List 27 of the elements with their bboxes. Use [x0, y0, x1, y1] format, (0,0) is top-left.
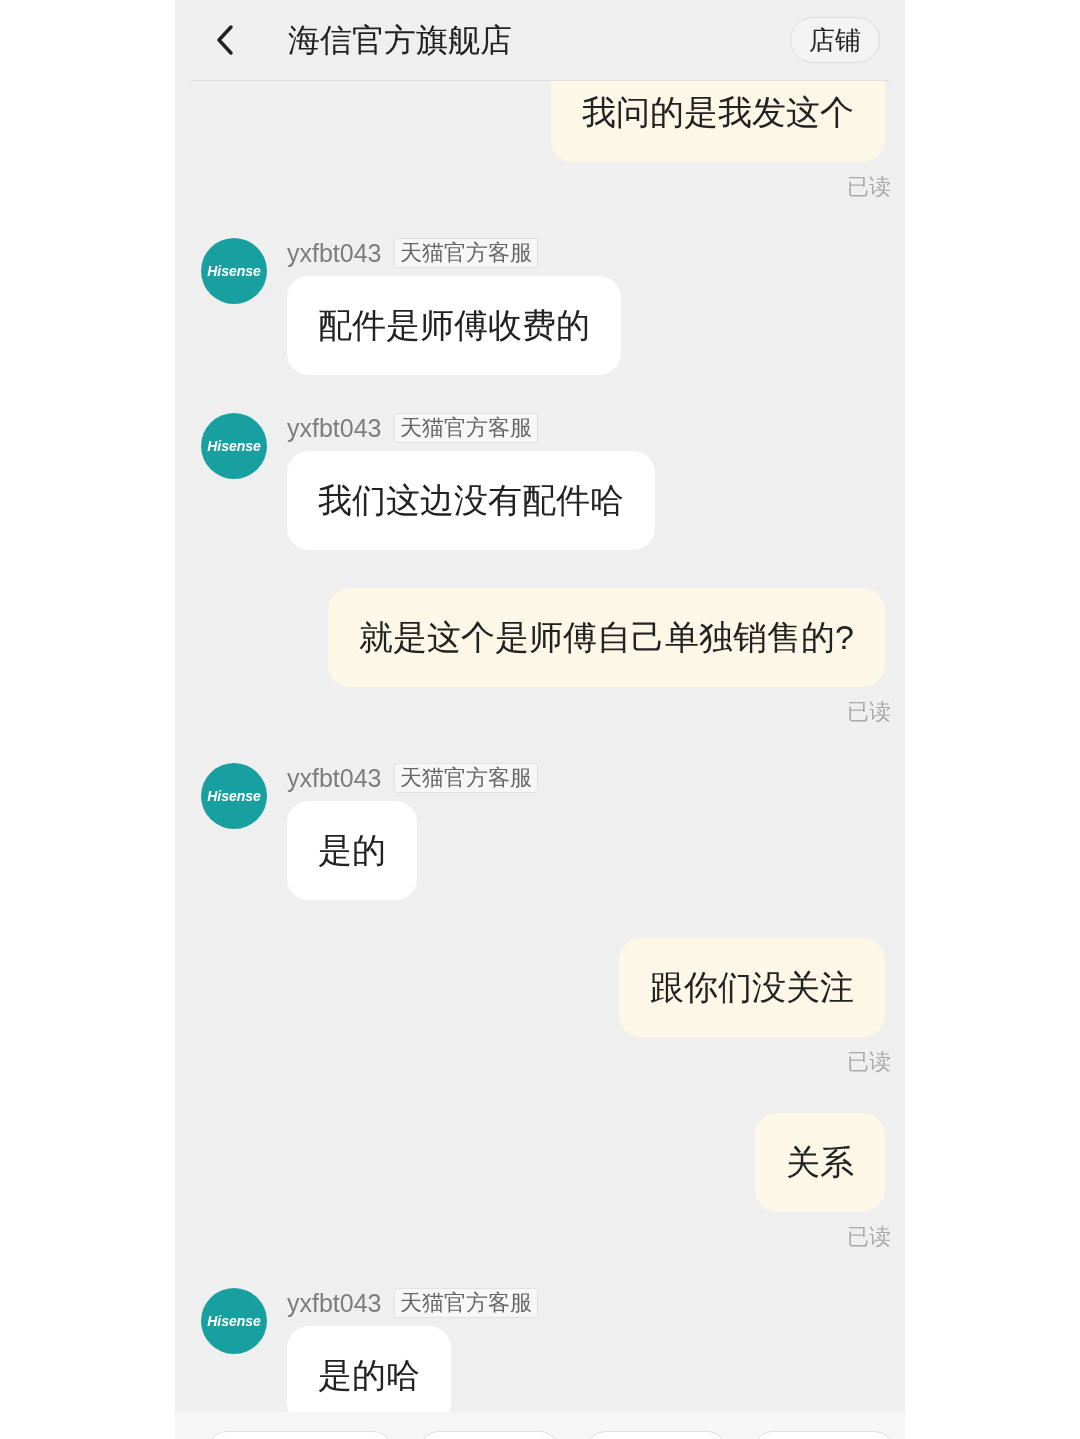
outgoing-message-bubble: 就是这个是师傅自己单独销售的?	[328, 588, 885, 687]
brand-avatar: Hisense	[201, 1288, 267, 1354]
chevron-left-icon	[215, 24, 235, 56]
store-title: 海信官方旗舰店	[288, 21, 512, 60]
sender-tag: 天猫官方客服	[393, 413, 538, 443]
sender-name: yxfbt043	[287, 1288, 382, 1318]
sender-tag: 天猫官方客服	[393, 238, 538, 268]
brand-avatar: Hisense	[201, 238, 267, 304]
brand-avatar: Hisense	[201, 763, 267, 829]
outgoing-message-bubble: 我问的是我发这个	[551, 81, 885, 162]
incoming-message-bubble: 我们这边没有配件哈	[287, 451, 655, 550]
incoming-message-bubble: 是的	[287, 801, 417, 900]
read-status: 已读	[847, 699, 891, 725]
read-status: 已读	[847, 1049, 891, 1075]
store-button[interactable]: 店铺	[790, 17, 880, 63]
outgoing-message-bubble: 关系	[755, 1113, 885, 1212]
sender-name: yxfbt043	[287, 413, 382, 443]
outgoing-message-bubble: 跟你们没关注	[619, 938, 885, 1037]
sender-name: yxfbt043	[287, 763, 382, 793]
sender-name: yxfbt043	[287, 238, 382, 268]
sender-tag: 天猫官方客服	[393, 1288, 538, 1318]
read-status: 已读	[847, 174, 891, 200]
brand-avatar: Hisense	[201, 413, 267, 479]
sender-tag: 天猫官方客服	[393, 763, 538, 793]
incoming-message-bubble: 配件是师傅收费的	[287, 276, 621, 375]
read-status: 已读	[847, 1224, 891, 1250]
incoming-message-bubble: 是的哈	[287, 1326, 451, 1412]
